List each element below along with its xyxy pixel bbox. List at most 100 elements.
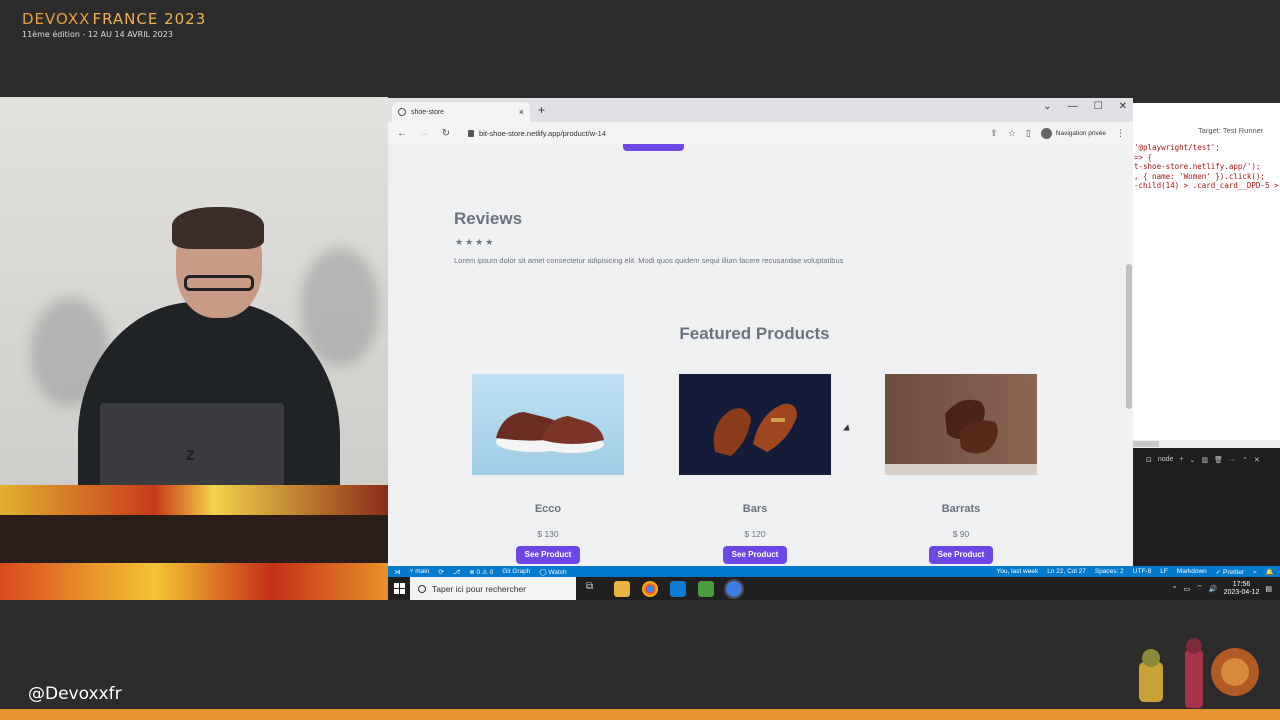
page-scrollbar[interactable] (1125, 144, 1133, 566)
add-to-cart-button-edge[interactable] (623, 144, 684, 151)
profile-button[interactable]: Navigation privée (1040, 127, 1106, 139)
code-line: '@playwright/test'; (1134, 143, 1220, 152)
code-line: t-shoe-store.netlify.app/'); (1134, 162, 1261, 171)
broadcast-icon[interactable]: ⌁ (1253, 568, 1257, 576)
product-image[interactable] (472, 374, 624, 475)
language-mode[interactable]: Markdown (1177, 568, 1207, 575)
app-icon[interactable] (698, 580, 714, 597)
file-explorer-icon[interactable] (614, 580, 630, 597)
minimize-button[interactable]: — (1068, 101, 1078, 112)
see-product-button[interactable]: See Product (929, 546, 993, 564)
event-title: DEVOXX FRANCE 2023 (22, 10, 206, 28)
split-terminal-icon[interactable]: ▥ (1201, 456, 1208, 464)
chrome-alt-icon[interactable] (724, 578, 744, 599)
browser-toolbar: ← → ↻ bit-shoe-store.netlify.app/product… (388, 122, 1133, 144)
more-icon[interactable]: ⋯ (1229, 456, 1236, 464)
vscode-status-bar: ⋊ ⑂ main ⟳ ⎇ ⊗ 0 ⚠ 0 Git Graph ◯ Watch Y… (388, 566, 1280, 577)
back-button[interactable]: ← (396, 128, 408, 139)
featured-products-heading: Featured Products (679, 324, 830, 343)
bell-icon[interactable]: 🔔 (1266, 568, 1274, 576)
git-graph-button[interactable]: Git Graph (502, 568, 530, 575)
close-panel-icon[interactable]: ✕ (1254, 456, 1260, 464)
browser-window: shoe-store × + ⌄ — ☐ ✕ ← → ↻ bit-shoe-st… (388, 98, 1133, 566)
editor-horizontal-scrollbar[interactable] (1133, 440, 1280, 448)
network-icon[interactable]: ⌔ (1196, 584, 1203, 593)
terminal-toolbar: ⊡ node + ⌄ ▥ 🗑 ⋯ ⌃ ✕ (1146, 456, 1260, 464)
watch-item[interactable]: ◯ Watch (539, 568, 566, 576)
web-page: Reviews ★★★★ Lorem ipsum dolor sit amet … (388, 144, 1125, 566)
cursor-position[interactable]: Ln 22, Col 27 (1047, 568, 1086, 575)
event-title-devoxx: DEVOXX (22, 10, 91, 28)
product-card-barrats: Barrats $ 90 See Product (885, 374, 1037, 564)
trash-icon[interactable]: 🗑 (1214, 456, 1223, 464)
indentation[interactable]: Spaces: 2 (1095, 568, 1124, 575)
new-tab-button[interactable]: + (538, 103, 545, 117)
product-image[interactable] (885, 374, 1037, 475)
clock-date: 2023-04-12 (1223, 588, 1260, 596)
sidebar-icon[interactable]: ▯ (1026, 128, 1031, 139)
search-icon (418, 584, 426, 593)
tab-strip: shoe-store × + ⌄ — ☐ ✕ (388, 98, 1133, 122)
tab-search-icon[interactable]: ⌄ (1043, 101, 1051, 112)
terminal-panel[interactable] (1133, 448, 1280, 566)
maximize-button[interactable]: ☐ (1094, 101, 1103, 112)
product-image[interactable] (679, 374, 831, 475)
battery-icon[interactable]: ▭ (1184, 585, 1191, 593)
stage-backdrop (0, 485, 388, 515)
reload-button[interactable]: ↻ (440, 128, 452, 139)
product-card-ecco: Ecco $ 130 See Product (472, 374, 624, 564)
terminal-tab[interactable]: node (1158, 456, 1174, 464)
event-brand: DEVOXX FRANCE 2023 11ème édition - 12 AU… (22, 10, 206, 39)
featured-products-list: Ecco $ 130 See Product Bars $ 120 See Pr… (472, 374, 1037, 564)
problems-indicator[interactable]: ⊗ 0 ⚠ 0 (469, 568, 493, 576)
speaker-hair (172, 207, 264, 249)
review-text: Lorem ipsum dolor sit amet consectetur a… (454, 256, 844, 265)
taskbar-search[interactable]: Taper ici pour rechercher (410, 577, 576, 600)
encoding[interactable]: UTF-8 (1133, 568, 1151, 575)
code-line: , { name: 'Women' }).click(); (1134, 171, 1265, 181)
source-control-icon[interactable]: ⎇ (453, 568, 461, 576)
prettier-status[interactable]: ✓ Prettier (1216, 568, 1244, 576)
stage-screen (0, 563, 388, 600)
remote-icon[interactable]: ⋊ (394, 568, 401, 576)
close-window-button[interactable]: ✕ (1119, 101, 1127, 112)
rating-stars: ★★★★ (455, 237, 496, 247)
chevron-up-icon[interactable]: ⌃ (1242, 456, 1248, 464)
address-bar[interactable]: bit-shoe-store.netlify.app/product/w-14 (462, 125, 980, 141)
product-name: Bars (742, 503, 768, 515)
chrome-icon[interactable] (642, 580, 658, 597)
line-ending[interactable]: LF (1160, 568, 1168, 575)
clock[interactable]: 17:56 2023-04-12 (1224, 581, 1260, 597)
window-controls: ⌄ — ☐ ✕ (1043, 101, 1127, 112)
see-product-button[interactable]: See Product (516, 546, 580, 564)
chevron-up-icon[interactable]: ⌃ (1172, 585, 1178, 593)
test-runner-label: Target: Test Runner (1198, 126, 1263, 135)
close-icon[interactable]: × (519, 107, 524, 117)
event-title-france: FRANCE 2023 (92, 10, 207, 28)
laptop-logo: Z (186, 447, 195, 463)
git-blame[interactable]: You, last week (997, 568, 1039, 575)
task-view-icon[interactable]: ⧉ (586, 581, 602, 597)
branch-item[interactable]: ⑂ main (410, 568, 430, 575)
forward-button[interactable]: → (418, 128, 430, 139)
branch-name: main (415, 568, 430, 575)
see-product-button[interactable]: See Product (723, 546, 787, 564)
product-price: $ 120 (744, 529, 766, 539)
chevron-down-icon[interactable]: ⌄ (1190, 456, 1196, 464)
toolbar-actions: ⇪ ☆ ▯ Navigation privée ⋮ (990, 127, 1125, 139)
share-icon[interactable]: ⇪ (990, 128, 998, 139)
tab-shoe-store[interactable]: shoe-store × (392, 102, 530, 122)
sync-icon[interactable]: ⟳ (438, 568, 443, 576)
notification-icon[interactable]: ▤ (1265, 585, 1272, 593)
search-placeholder: Taper ici pour rechercher (432, 583, 527, 594)
code-lines[interactable]: '@playwright/test'; => {t-shoe-store.netl… (1134, 143, 1279, 191)
menu-icon[interactable]: ⋮ (1116, 128, 1125, 139)
url-text: bit-shoe-store.netlify.app/product/w-14 (479, 128, 607, 138)
scrollbar-thumb[interactable] (1126, 264, 1132, 409)
volume-icon[interactable]: 🔊 (1209, 585, 1218, 593)
star-icon[interactable]: ☆ (1008, 128, 1016, 139)
vscode-icon[interactable] (670, 580, 686, 597)
start-button[interactable] (388, 577, 410, 600)
system-tray: ⌃ ▭ ⌔ 🔊 17:56 2023-04-12 ▤ (1172, 581, 1280, 597)
add-terminal-icon[interactable]: + (1179, 456, 1183, 464)
